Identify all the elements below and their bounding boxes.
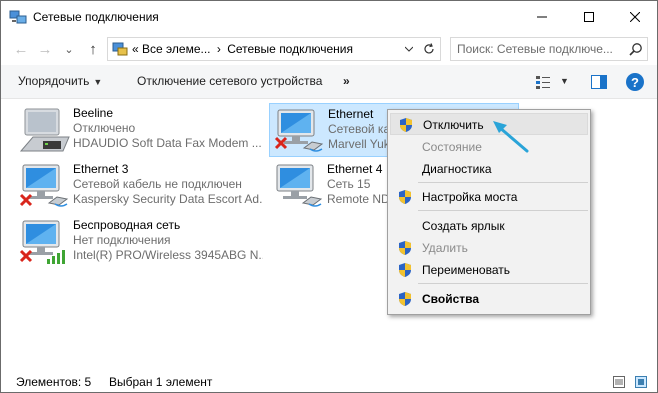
menu-item-diagnose[interactable]: Диагностика [390, 158, 588, 180]
menu-item-label: Переименовать [422, 263, 510, 277]
menu-item-label: Состояние [422, 140, 482, 154]
control-panel-icon [112, 42, 128, 56]
connection-text: Ethernet 3 Сетевой кабель не подключен K… [73, 162, 263, 207]
large-icons-view-icon[interactable] [635, 376, 647, 388]
menu-item-rename[interactable]: Переименовать [390, 259, 588, 281]
menu-item-create-shortcut[interactable]: Создать ярлык [390, 215, 588, 237]
pointer-arrow-icon [493, 121, 529, 153]
status-bar: Элементов: 5 Выбран 1 элемент [1, 371, 657, 393]
disable-device-button[interactable]: Отключение сетевого устройства [137, 74, 322, 88]
details-view-icon[interactable] [613, 376, 625, 388]
address-dropdown-button[interactable] [401, 41, 417, 57]
search-icon [629, 43, 642, 56]
organize-label: Упорядочить [18, 74, 90, 88]
connection-status: Нет подключения [73, 233, 171, 247]
help-button[interactable]: ? [626, 73, 644, 91]
connection-text: Беспроводная сеть Нет подключения Intel(… [73, 218, 263, 263]
menu-item-delete[interactable]: Удалить [390, 237, 588, 259]
back-button[interactable]: ← [11, 39, 31, 59]
menu-item-status[interactable]: Состояние [390, 136, 588, 158]
chevron-down-icon [405, 46, 413, 52]
uac-shield-icon [400, 118, 412, 132]
connection-name: Ethernet 3 [73, 162, 129, 176]
selection-count: Выбран 1 элемент [109, 375, 213, 389]
search-box[interactable]: Поиск: Сетевые подключе... [450, 37, 648, 61]
menu-item-label: Отключить [423, 118, 484, 132]
menu-separator [418, 182, 588, 183]
menu-item-label: Свойства [422, 292, 480, 306]
command-bar: Упорядочить ▼ Отключение сетевого устройс… [1, 65, 657, 99]
window-title: Сетевые подключения [33, 10, 159, 24]
connection-name: Беспроводная сеть [73, 218, 181, 232]
menu-separator [418, 210, 588, 211]
item-count: Элементов: 5 [16, 375, 92, 389]
refresh-button[interactable] [421, 41, 437, 57]
address-path: « Все элеме... › Сетевые подключения [132, 42, 353, 56]
connection-name: Beeline [73, 106, 114, 120]
connection-item-ethernet-3[interactable]: Ethernet 3 Сетевой кабель не подключен K… [15, 159, 265, 213]
connection-device: Intel(R) PRO/Wireless 3945ABG N... [73, 248, 263, 262]
minimize-icon [537, 16, 547, 18]
navigation-bar: ← → ⌄ ↑ « Все элеме... › Сетевые подключ… [1, 33, 657, 65]
address-crumb-current[interactable]: Сетевые подключения [227, 42, 353, 56]
menu-item-bridge[interactable]: Настройка моста [390, 186, 588, 208]
address-overflow[interactable]: « [132, 42, 139, 56]
minimize-button[interactable] [519, 1, 565, 33]
menu-item-label: Создать ярлык [422, 219, 505, 233]
window: Сетевые подключения ← → ⌄ ↑ « Все элеме.… [0, 0, 658, 393]
up-button[interactable]: ↑ [83, 39, 103, 59]
refresh-icon [424, 43, 434, 54]
uac-shield-icon [399, 292, 411, 306]
connection-text: Beeline Отключено HDAUDIO Soft Data Fax … [73, 106, 263, 151]
preview-pane-icon[interactable] [591, 74, 607, 90]
disconnected-x-icon [19, 249, 33, 263]
recent-locations-button[interactable]: ⌄ [59, 39, 79, 59]
connection-device: Kaspersky Security Data Escort Ad... [73, 192, 263, 206]
connection-item-wireless[interactable]: Беспроводная сеть Нет подключения Intel(… [15, 215, 265, 269]
maximize-icon [584, 12, 594, 22]
address-bar[interactable]: « Все элеме... › Сетевые подключения [107, 37, 441, 61]
connection-status: Отключено [73, 121, 136, 135]
title-bar: Сетевые подключения [1, 1, 657, 33]
uac-shield-icon [399, 241, 411, 255]
menu-item-label: Настройка моста [422, 190, 518, 204]
uac-shield-icon [399, 190, 411, 204]
menu-item-disable[interactable]: Отключить [390, 113, 588, 135]
connection-status: Сетевой кабель не подключен [73, 177, 242, 191]
connection-device: HDAUDIO Soft Data Fax Modem ... [73, 136, 262, 150]
menu-item-properties[interactable]: Свойства [390, 288, 588, 310]
close-button[interactable] [612, 1, 658, 33]
ethernet-icon [276, 164, 323, 207]
network-connections-app-icon [9, 10, 27, 24]
uac-shield-icon [399, 263, 411, 277]
disconnected-x-icon [274, 136, 288, 150]
forward-button[interactable]: → [35, 39, 55, 59]
menu-item-label: Удалить [422, 241, 468, 255]
search-input[interactable]: Поиск: Сетевые подключе... [457, 42, 613, 56]
menu-item-label: Диагностика [422, 162, 492, 176]
disconnected-x-icon [19, 193, 33, 207]
modem-icon [19, 108, 70, 152]
organize-menu[interactable]: Упорядочить ▼ [18, 74, 102, 88]
address-crumb-parent[interactable]: Все элеме... [142, 42, 210, 56]
close-icon [630, 12, 640, 22]
view-options-dropdown[interactable]: ▼ [560, 76, 569, 86]
change-view-icon[interactable] [535, 74, 551, 90]
chevron-down-icon: ▼ [93, 77, 103, 87]
menu-separator [418, 283, 588, 284]
maximize-button[interactable] [566, 1, 612, 33]
connection-item-beeline[interactable]: Beeline Отключено HDAUDIO Soft Data Fax … [15, 103, 265, 157]
context-menu: Отключить Состояние Диагностика Настройк… [387, 109, 591, 315]
more-commands-button[interactable]: » [343, 74, 350, 88]
address-separator[interactable]: › [217, 42, 221, 56]
